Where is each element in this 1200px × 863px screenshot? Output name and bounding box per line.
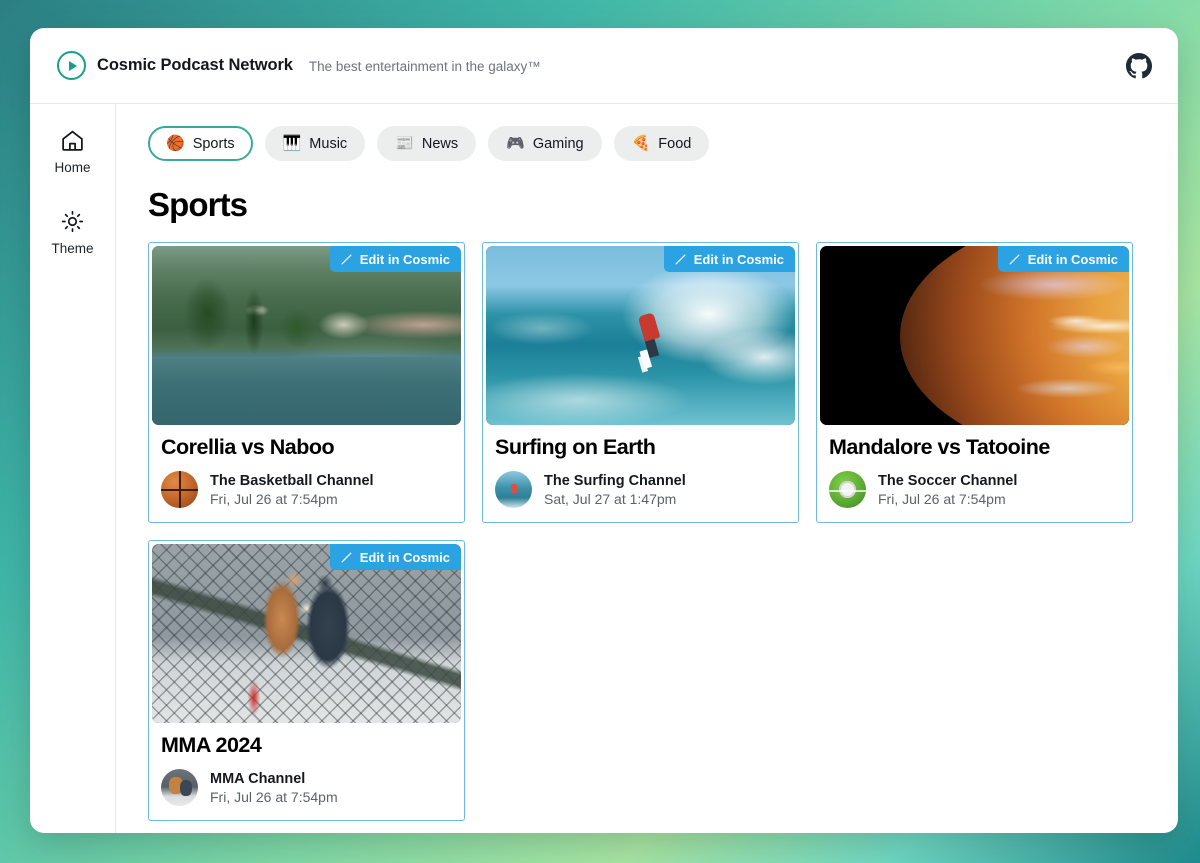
tab-music[interactable]: 🎹 Music [264,126,366,161]
brand[interactable]: Cosmic Podcast Network [57,51,293,80]
tab-music-label: Music [309,135,348,152]
card-thumbnail-wrap: Edit in Cosmic [820,246,1129,425]
card-meta-text: The Basketball Channel Fri, Jul 26 at 7:… [210,473,374,507]
edit-in-cosmic-button[interactable]: Edit in Cosmic [329,246,461,272]
card-body: Mandalore vs Tatooine The Soccer Channel… [817,425,1132,522]
tab-sports-label: Sports [192,135,235,152]
edit-in-cosmic-button[interactable]: Edit in Cosmic [329,544,461,570]
card-channel: MMA Channel [210,770,306,787]
card-meta: The Basketball Channel Fri, Jul 26 at 7:… [161,471,452,508]
app-window: Cosmic Podcast Network The best entertai… [30,28,1178,833]
github-link[interactable] [1126,52,1152,79]
page-title: Sports [148,186,248,223]
surfer-wave-photo [486,246,795,425]
brand-name: Cosmic Podcast Network [97,56,293,74]
podcast-card[interactable]: Edit in Cosmic Mandalore vs Tatooine The… [816,242,1133,523]
pencil-icon [341,552,352,562]
tab-news-label: News [421,135,459,152]
surfing-avatar [495,471,532,508]
sidebar-item-home[interactable]: Home [54,128,91,175]
tab-gaming-label: Gaming [532,135,584,152]
sun-icon [61,210,84,233]
card-thumbnail-wrap: Edit in Cosmic [486,246,795,425]
sidebar-item-theme[interactable]: Theme [51,209,94,256]
github-icon [1126,52,1152,78]
sidebar-item-theme-label: Theme [51,241,94,256]
play-circle-icon [57,51,86,80]
card-title: Surfing on Earth [495,435,656,459]
sidebar: Home Theme [30,104,116,833]
tab-sports[interactable]: 🏀 Sports [148,126,253,161]
edit-in-cosmic-label: Edit in Cosmic [1027,251,1118,267]
tagline: The best entertainment in the galaxy™ [308,59,541,74]
card-thumbnail-wrap: Edit in Cosmic [152,246,461,425]
newspaper-icon: 📰 [395,135,414,152]
body-split: Home Theme 🏀 Sports 🎹 Music 📰 News 🎮 Gam… [30,104,1178,833]
soccer-avatar [829,471,866,508]
planet-swirl-photo [820,246,1129,425]
piano-icon: 🎹 [282,135,302,152]
card-channel: The Surfing Channel [544,472,686,489]
card-airtime: Sat, Jul 27 at 1:47pm [544,490,677,507]
tab-food[interactable]: 🍕 Food [613,126,710,161]
card-meta-text: The Soccer Channel Fri, Jul 26 at 7:54pm [878,473,1017,507]
card-body: MMA 2024 MMA Channel Fri, Jul 26 at 7:54… [149,723,464,820]
game-controller-icon: 🎮 [506,135,525,152]
card-body: Corellia vs Naboo The Basketball Channel… [149,425,464,522]
card-meta-text: The Surfing Channel Sat, Jul 27 at 1:47p… [544,473,686,507]
podcast-card[interactable]: Edit in Cosmic MMA 2024 MMA Channel Fri,… [148,540,465,821]
pencil-icon [1009,254,1020,264]
edit-in-cosmic-label: Edit in Cosmic [359,251,450,267]
podcast-card[interactable]: Edit in Cosmic Corellia vs Naboo The Bas… [148,242,465,523]
card-airtime: Fri, Jul 26 at 7:54pm [878,490,1006,507]
card-airtime: Fri, Jul 26 at 7:54pm [210,788,338,805]
card-thumbnail-wrap: Edit in Cosmic [152,544,461,723]
card-meta-text: MMA Channel Fri, Jul 26 at 7:54pm [210,771,338,805]
tab-food-label: Food [658,135,692,152]
pencil-icon [675,254,686,264]
card-title: Mandalore vs Tatooine [829,435,1050,459]
mma-avatar [161,769,198,806]
basketball-avatar [161,471,198,508]
card-title: Corellia vs Naboo [161,435,335,459]
card-body: Surfing on Earth The Surfing Channel Sat… [483,425,798,522]
podcast-card[interactable]: Edit in Cosmic Surfing on Earth The Surf… [482,242,799,523]
card-meta: The Surfing Channel Sat, Jul 27 at 1:47p… [495,471,786,508]
pencil-icon [341,254,352,264]
podcast-card-grid: Edit in Cosmic Corellia vs Naboo The Bas… [148,242,1178,821]
basketball-icon: 🏀 [166,135,185,152]
edit-in-cosmic-label: Edit in Cosmic [693,251,784,267]
edit-in-cosmic-button[interactable]: Edit in Cosmic [663,246,795,272]
tab-news[interactable]: 📰 News [377,126,477,161]
tab-gaming[interactable]: 🎮 Gaming [488,126,602,161]
card-meta: MMA Channel Fri, Jul 26 at 7:54pm [161,769,452,806]
card-airtime: Fri, Jul 26 at 7:54pm [210,490,338,507]
card-title: MMA 2024 [161,733,262,757]
card-meta: The Soccer Channel Fri, Jul 26 at 7:54pm [829,471,1120,508]
home-icon [62,130,83,151]
card-channel: The Soccer Channel [878,472,1018,489]
mma-fighters-photo [152,544,461,723]
app-header: Cosmic Podcast Network The best entertai… [30,28,1178,104]
edit-in-cosmic-button[interactable]: Edit in Cosmic [997,246,1129,272]
main-content: 🏀 Sports 🎹 Music 📰 News 🎮 Gaming 🍕 Food … [116,104,1178,833]
card-channel: The Basketball Channel [210,472,374,489]
sidebar-item-home-label: Home [54,160,91,175]
edit-in-cosmic-label: Edit in Cosmic [359,549,450,565]
category-tabs: 🏀 Sports 🎹 Music 📰 News 🎮 Gaming 🍕 Food [148,126,1178,161]
pizza-icon: 🍕 [631,135,651,152]
lakeside-villa-photo [152,246,461,425]
